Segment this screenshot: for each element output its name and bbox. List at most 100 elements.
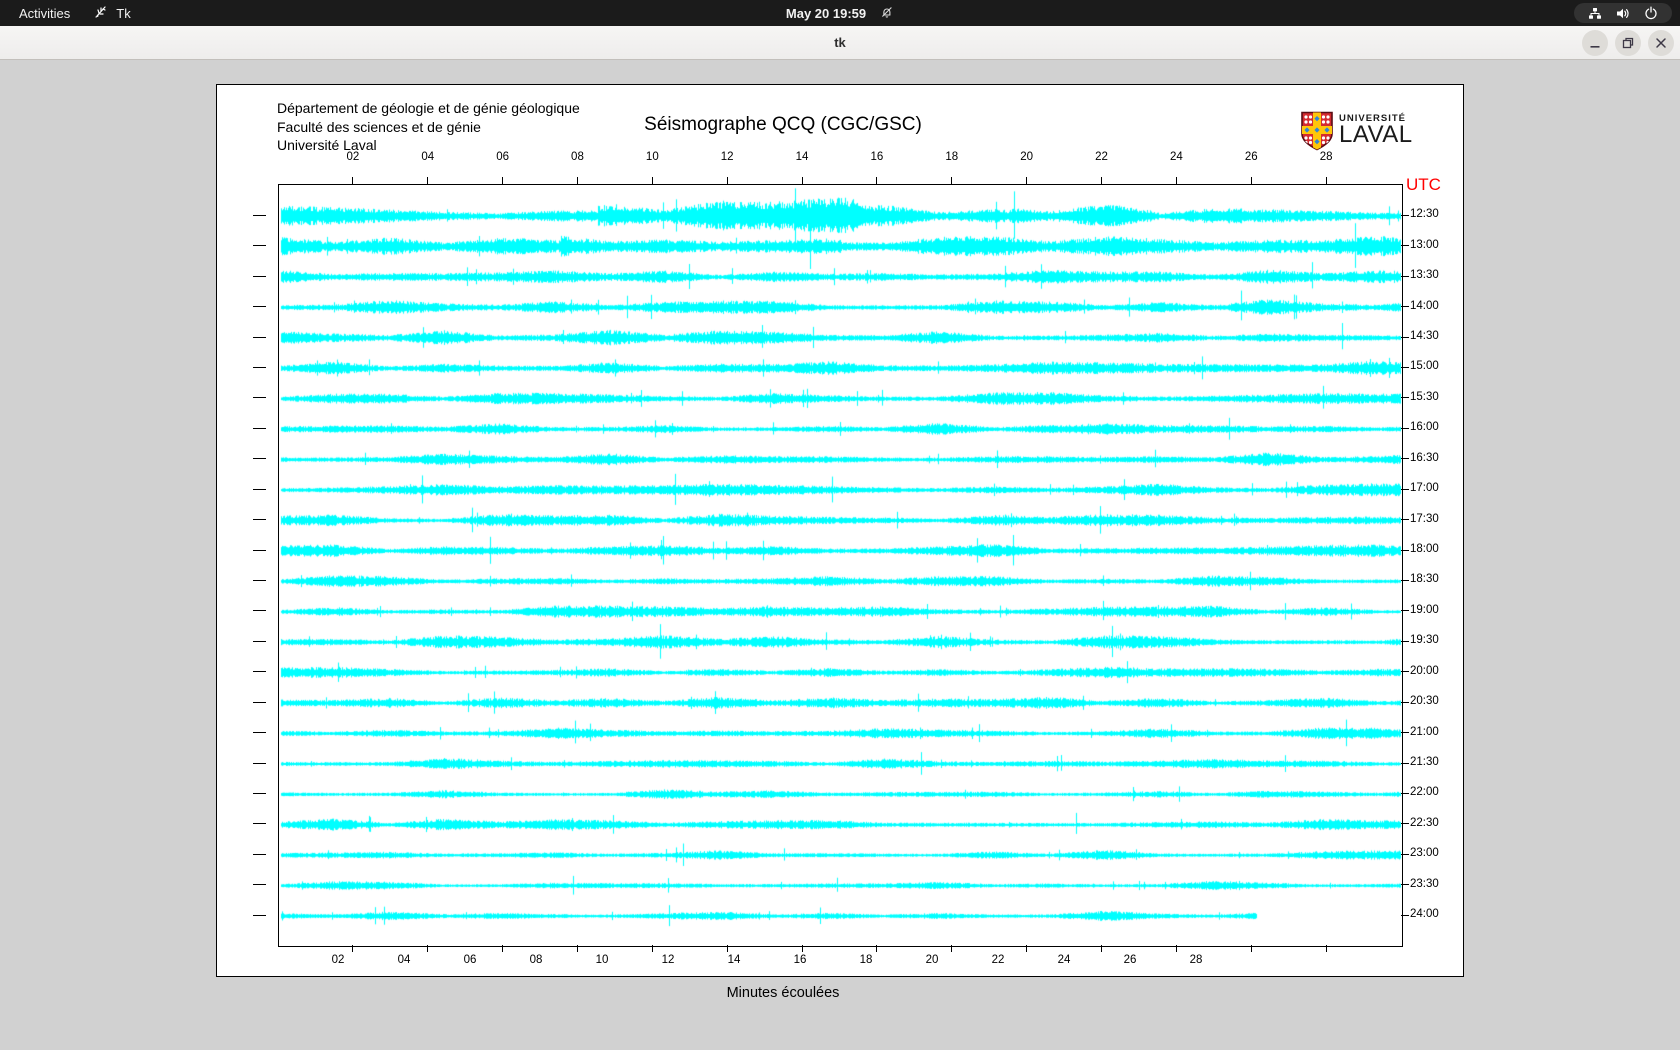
x-tick-label-bottom: 12 — [661, 954, 675, 966]
trace-tick-right — [1401, 853, 1409, 855]
trace-tick-right — [1401, 427, 1409, 429]
volume-icon — [1616, 7, 1630, 20]
trace-time-label: 16:00 — [1410, 421, 1439, 434]
x-tick-label-top: 16 — [870, 151, 884, 163]
screen: Activities Tk May 20 19:59 tk Départemen… — [0, 0, 1680, 1050]
restore-icon — [1622, 37, 1634, 48]
x-tick-bottom — [576, 945, 578, 952]
x-tick-bottom — [951, 945, 953, 952]
x-tick-top — [876, 177, 878, 184]
x-tick-top — [951, 177, 953, 184]
trace-time-label: 13:30 — [1410, 269, 1439, 282]
universite-laval-logo: UNIVERSITÉ LAVAL — [1300, 111, 1413, 156]
institution-header: Département de géologie et de génie géol… — [277, 99, 580, 155]
focused-app-label: Tk — [116, 5, 131, 21]
x-tick-top — [1026, 177, 1028, 184]
trace-tick-right — [1401, 488, 1409, 490]
trace-tick-left — [253, 579, 266, 581]
laval-shield-icon — [1300, 111, 1334, 156]
trace-time-label: 17:30 — [1410, 512, 1439, 525]
x-tick-label-bottom: 14 — [727, 954, 741, 966]
trace-tick-left — [253, 275, 266, 277]
x-tick-top — [801, 177, 803, 184]
trace-tick-right — [1401, 519, 1409, 521]
minimize-icon — [1590, 45, 1600, 48]
x-tick-top — [1325, 177, 1327, 184]
trace-tick-left — [253, 640, 266, 642]
trace-time-label: 24:00 — [1410, 908, 1439, 921]
x-tick-bottom — [502, 945, 504, 952]
trace-tick-left — [253, 823, 266, 825]
x-tick-label-top: 26 — [1244, 151, 1258, 163]
close-button[interactable] — [1648, 29, 1674, 56]
trace-tick-right — [1401, 366, 1409, 368]
activities-button[interactable]: Activities — [19, 6, 70, 21]
clock-menu-button[interactable]: May 20 19:59 — [786, 0, 894, 26]
trace-time-label: 20:30 — [1410, 695, 1439, 708]
trace-time-label: 19:30 — [1410, 634, 1439, 647]
trace-tick-right — [1401, 306, 1409, 308]
trace-tick-right — [1401, 214, 1409, 216]
x-tick-label-top: 08 — [571, 151, 584, 163]
x-tick-label-bottom: 18 — [859, 954, 873, 966]
trace-time-label: 22:00 — [1410, 786, 1439, 799]
trace-time-label: 17:00 — [1410, 482, 1439, 495]
maximize-button[interactable] — [1615, 29, 1641, 56]
x-tick-bottom — [352, 945, 354, 952]
x-tick-top — [1175, 177, 1177, 184]
trace-tick-left — [253, 914, 266, 916]
tk-feather-icon — [94, 4, 109, 22]
x-tick-label-top: 28 — [1319, 151, 1333, 163]
focused-app-menu[interactable]: Tk — [94, 4, 131, 22]
trace-tick-right — [1401, 823, 1409, 825]
x-tick-top — [427, 177, 429, 184]
plot-title: Séismographe QCQ (CGC/GSC) — [644, 114, 922, 135]
trace-tick-left — [253, 488, 266, 490]
x-tick-top — [352, 177, 354, 184]
trace-tick-right — [1401, 579, 1409, 581]
trace-tick-right — [1401, 701, 1409, 703]
trace-time-label: 14:00 — [1410, 299, 1439, 312]
header-line-1: Département de géologie et de génie géol… — [277, 100, 580, 116]
x-tick-label-top: 14 — [795, 151, 809, 163]
x-tick-label-top: 10 — [645, 151, 659, 163]
x-tick-bottom — [1026, 945, 1028, 952]
trace-tick-right — [1401, 792, 1409, 794]
trace-tick-right — [1401, 914, 1409, 916]
x-tick-label-bottom: 24 — [1057, 954, 1071, 966]
x-tick-bottom — [1101, 945, 1103, 952]
trace-tick-left — [253, 610, 266, 612]
trace-tick-right — [1401, 732, 1409, 734]
trace-tick-left — [253, 792, 266, 794]
close-icon — [1656, 37, 1666, 48]
x-tick-label-top: 22 — [1095, 151, 1108, 163]
trace-tick-left — [253, 366, 266, 368]
trace-tick-right — [1401, 458, 1409, 460]
system-status-menu[interactable] — [1574, 3, 1672, 23]
window-title: tk — [834, 35, 846, 50]
x-tick-label-bottom: 28 — [1189, 954, 1203, 966]
trace-tick-left — [253, 519, 266, 521]
header-line-2: Faculté des sciences et de génie — [277, 118, 481, 135]
trace-tick-left — [253, 853, 266, 855]
trace-tick-right — [1401, 397, 1409, 399]
trace-tick-left — [253, 549, 266, 551]
trace-time-label: 15:30 — [1410, 390, 1439, 403]
trace-time-label: 23:00 — [1410, 847, 1439, 860]
x-tick-label-bottom: 04 — [397, 954, 411, 966]
trace-tick-left — [253, 427, 266, 429]
x-tick-label-bottom: 02 — [331, 954, 345, 966]
trace-tick-left — [253, 732, 266, 734]
trace-tick-left — [253, 884, 266, 886]
trace-time-label: 21:30 — [1410, 756, 1439, 769]
minimize-button[interactable] — [1582, 29, 1608, 56]
seismograph-canvas: Département de géologie et de génie géol… — [216, 84, 1464, 1001]
trace-tick-right — [1401, 275, 1409, 277]
trace-time-label: 18:30 — [1410, 573, 1439, 586]
top-bar: Activities Tk May 20 19:59 — [0, 0, 1680, 26]
trace-tick-right — [1401, 671, 1409, 673]
trace-tick-left — [253, 306, 266, 308]
x-tick-top — [1250, 177, 1252, 184]
desktop-background: Département de géologie et de génie géol… — [0, 60, 1680, 1050]
x-tick-label-top: 20 — [1020, 151, 1034, 163]
